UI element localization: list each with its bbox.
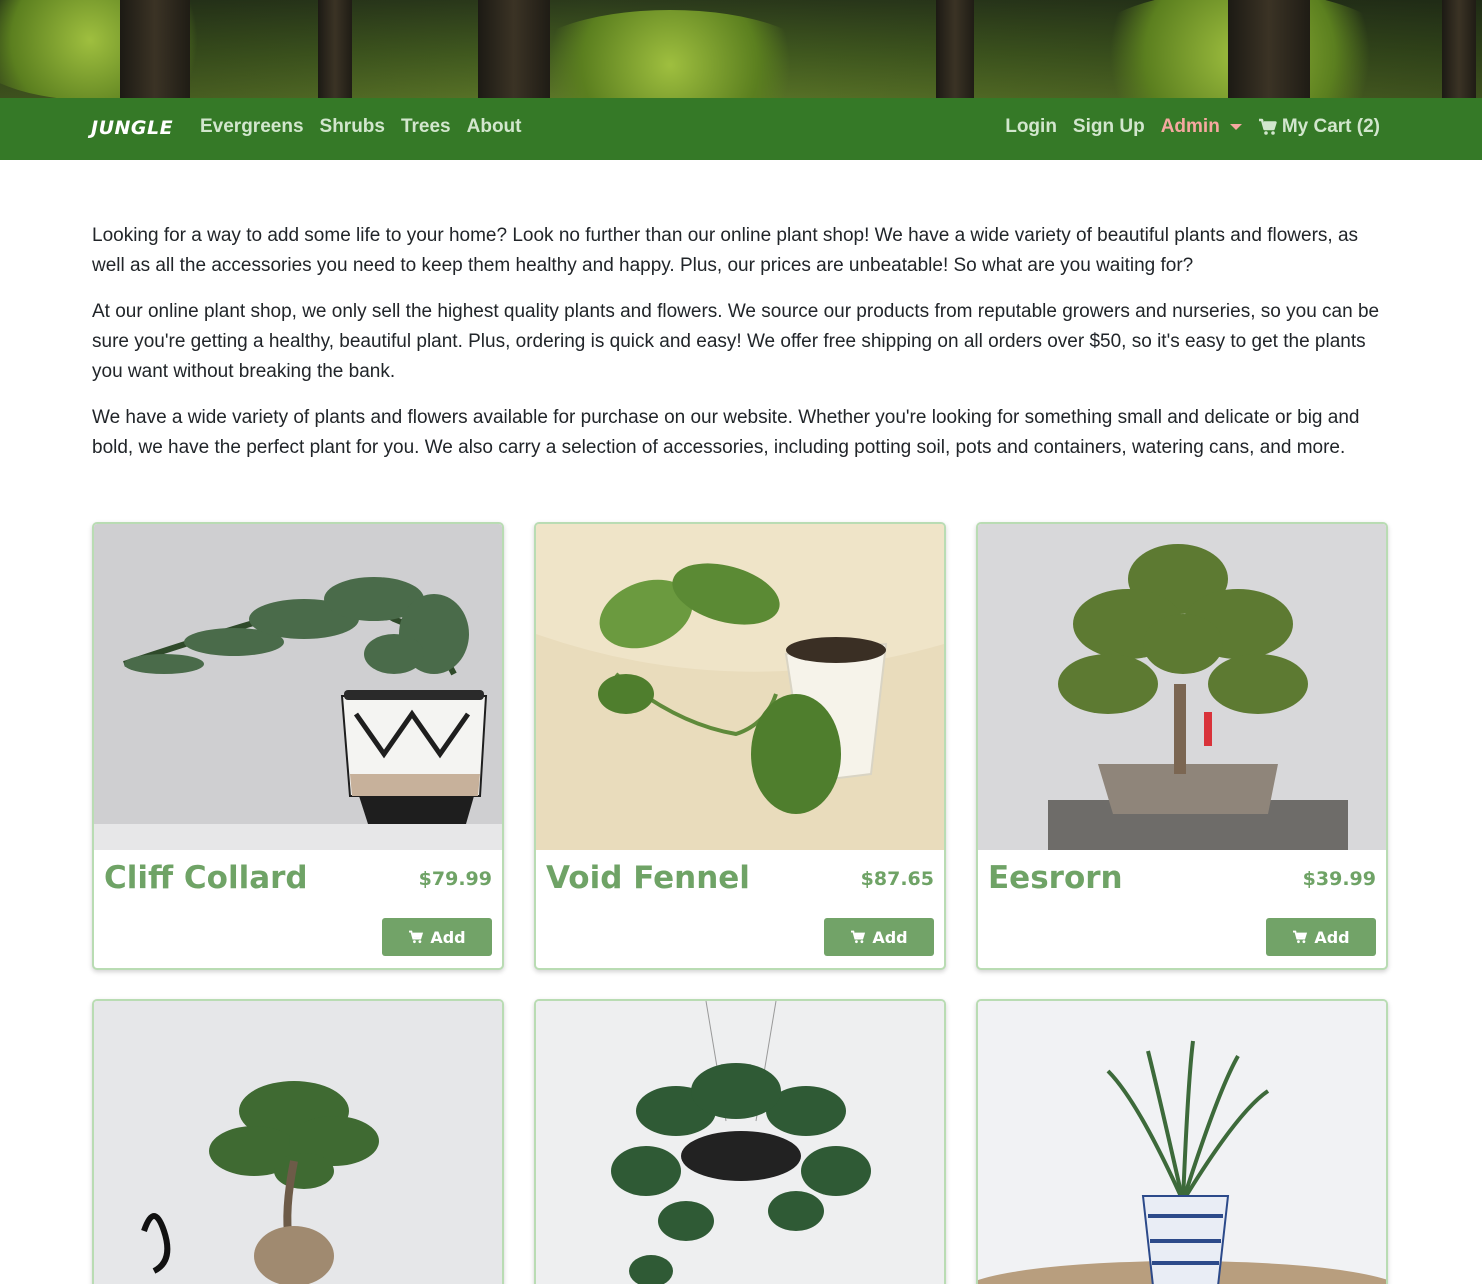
product-card-body: Eesrorn $39.99 Add: [978, 850, 1386, 968]
product-card[interactable]: [976, 999, 1388, 1284]
product-image[interactable]: [978, 1001, 1386, 1284]
hero-banner: [0, 0, 1482, 98]
product-price: $87.65: [860, 868, 934, 890]
login-link[interactable]: Login: [1005, 116, 1057, 138]
shopping-cart-icon: [1258, 118, 1277, 135]
main-navbar: JUNGLE Evergreens Shrubs Trees About Log…: [0, 98, 1482, 160]
shopping-cart-icon: [851, 930, 866, 944]
product-image[interactable]: [536, 524, 944, 850]
add-button-label: Add: [430, 927, 466, 947]
add-to-cart-button[interactable]: Add: [1266, 918, 1376, 956]
nav-right-links: Login Sign Up Admin My Cart (2): [1005, 116, 1380, 138]
add-button-label: Add: [872, 927, 908, 947]
product-image[interactable]: [536, 1001, 944, 1284]
admin-dropdown-toggle[interactable]: Admin: [1161, 116, 1242, 138]
nav-link-shrubs[interactable]: Shrubs: [320, 116, 385, 138]
product-price: $79.99: [418, 868, 492, 890]
intro-section: Looking for a way to add some life to yo…: [92, 221, 1388, 479]
nav-link-evergreens[interactable]: Evergreens: [200, 116, 304, 138]
product-name[interactable]: Void Fennel: [546, 860, 750, 896]
product-image[interactable]: [978, 524, 1386, 850]
product-card-body: Cliff Collard $79.99 Add: [94, 850, 502, 968]
admin-label: Admin: [1160, 116, 1220, 137]
nav-link-about[interactable]: About: [467, 116, 522, 138]
brand-logo[interactable]: JUNGLE: [91, 117, 173, 139]
nav-link-trees[interactable]: Trees: [401, 116, 451, 138]
shopping-cart-icon: [409, 930, 424, 944]
product-image[interactable]: [94, 1001, 502, 1284]
intro-paragraph: At our online plant shop, we only sell t…: [92, 301, 1380, 382]
product-name[interactable]: Eesrorn: [988, 860, 1123, 896]
cart-link[interactable]: My Cart (2): [1258, 116, 1380, 138]
add-button-label: Add: [1314, 927, 1350, 947]
caret-down-icon: [1229, 124, 1242, 130]
product-card[interactable]: Eesrorn $39.99 Add: [976, 522, 1388, 970]
add-to-cart-button[interactable]: Add: [824, 918, 934, 956]
cart-label: My Cart (2): [1281, 116, 1380, 137]
intro-paragraph: Looking for a way to add some life to yo…: [92, 225, 1359, 276]
product-card[interactable]: [534, 999, 946, 1284]
product-card[interactable]: Cliff Collard $79.99 Add: [92, 522, 504, 970]
shopping-cart-icon: [1293, 930, 1308, 944]
signup-link[interactable]: Sign Up: [1073, 116, 1145, 138]
product-name[interactable]: Cliff Collard: [104, 860, 308, 896]
product-card[interactable]: [92, 999, 504, 1284]
nav-left-links: Evergreens Shrubs Trees About: [200, 116, 522, 138]
intro-paragraph: We have a wide variety of plants and flo…: [92, 407, 1360, 458]
product-card-body: Void Fennel $87.65 Add: [536, 850, 944, 968]
product-card[interactable]: Void Fennel $87.65 Add: [534, 522, 946, 970]
product-image[interactable]: [94, 524, 502, 850]
product-price: $39.99: [1302, 868, 1376, 890]
add-to-cart-button[interactable]: Add: [382, 918, 492, 956]
